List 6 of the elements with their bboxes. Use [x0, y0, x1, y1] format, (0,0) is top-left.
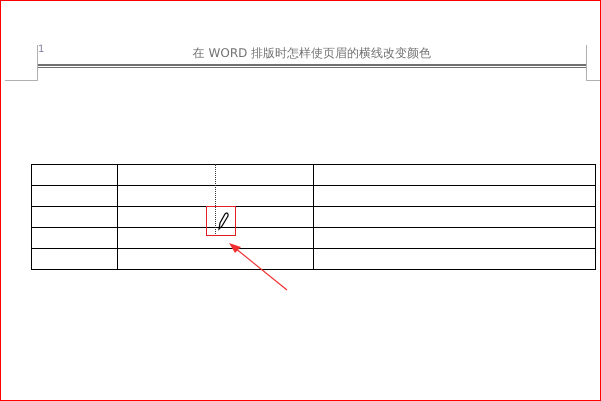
dotted-guide-line [215, 164, 216, 234]
pencil-icon [217, 211, 229, 231]
page-number: 1 [38, 45, 44, 55]
header-title: 在 WORD 排版时怎样使页眉的横线改变颜色 [192, 46, 432, 60]
margin-corner-mark [586, 45, 600, 81]
annotation-arrow [227, 242, 289, 292]
